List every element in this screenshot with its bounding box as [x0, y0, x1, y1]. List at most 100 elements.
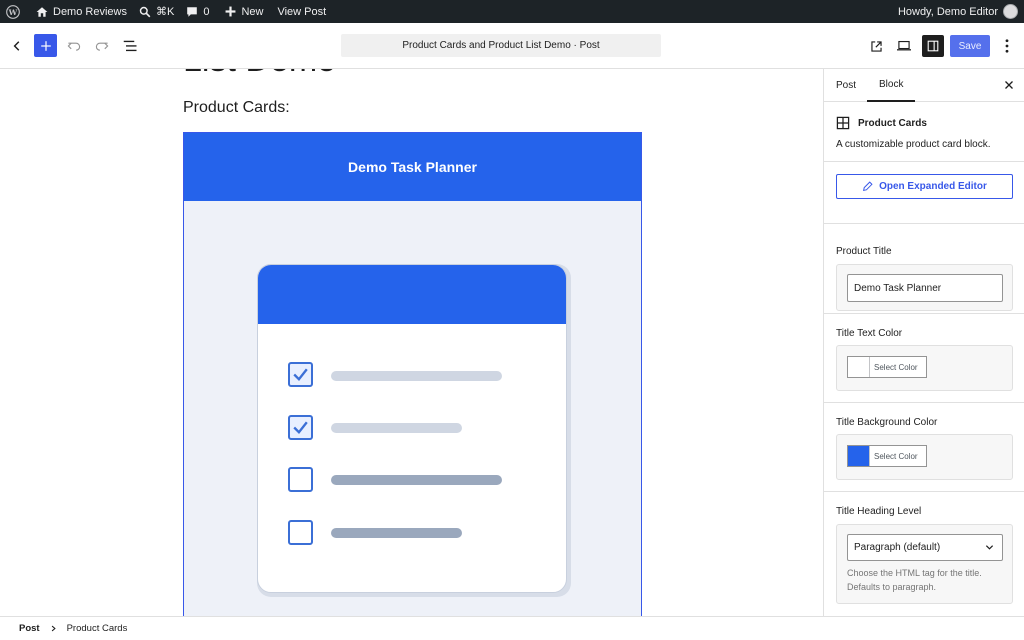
task-planner-illustration: [257, 264, 567, 593]
search-shortcut: ⌘K: [155, 6, 175, 18]
save-button[interactable]: Save: [950, 35, 990, 57]
search-icon: [139, 6, 151, 17]
chevron-right-icon: [51, 625, 56, 632]
expanded-editor-section: Open Expanded Editor: [824, 174, 1024, 224]
settings-sidebar-toggle[interactable]: [922, 35, 944, 57]
product-title-section: Product Title Demo Task Planner: [824, 224, 1024, 314]
user-account-menu[interactable]: Howdy, Demo Editor: [892, 0, 1024, 23]
title-bg-color-picker[interactable]: Select Color: [847, 445, 927, 467]
preview-device-button[interactable]: [892, 34, 916, 58]
chevron-left-icon: [13, 41, 20, 51]
title-text-color-label: Title Text Color: [836, 328, 903, 339]
save-label: Save: [958, 40, 982, 52]
redo-button[interactable]: [90, 34, 114, 58]
sidebar-tabs: Post Block: [824, 69, 1024, 102]
title-text-color-section: Title Text Color Select Color: [824, 314, 1024, 403]
grid-block-icon: [836, 116, 850, 130]
open-expanded-editor-label: Open Expanded Editor: [879, 181, 987, 192]
title-heading-level-section: Title Heading Level Paragraph (default) …: [824, 492, 1024, 616]
title-background-color-section: Title Background Color Select Color: [824, 403, 1024, 492]
card-title-bar: Demo Task Planner: [184, 133, 641, 201]
tab-post-label: Post: [836, 80, 857, 91]
view-post-button[interactable]: [864, 34, 888, 58]
block-name-row: Product Cards: [836, 116, 1012, 130]
product-cards-heading[interactable]: Product Cards:: [183, 99, 290, 117]
product-title-input[interactable]: Demo Task Planner: [847, 274, 1003, 302]
illustration-header: [258, 265, 566, 324]
heading-level-label: Title Heading Level: [836, 506, 922, 517]
new-label: New: [241, 5, 264, 18]
document-title: Product Cards and Product List Demo · Po…: [402, 40, 600, 51]
block-info: Product Cards A customizable product car…: [824, 102, 1024, 162]
avatar: [1003, 4, 1018, 19]
document-title-bar[interactable]: Product Cards and Product List Demo · Po…: [341, 34, 661, 57]
sidebar-icon: [927, 40, 939, 52]
new-content-menu[interactable]: New: [215, 0, 269, 23]
add-block-button[interactable]: [34, 34, 57, 57]
undo-icon: [67, 42, 81, 51]
wordpress-logo-menu[interactable]: W: [0, 0, 26, 23]
site-name: Demo Reviews: [53, 5, 127, 18]
back-button[interactable]: [5, 34, 29, 58]
options-menu-button[interactable]: [995, 34, 1019, 58]
heading-level-panel: Paragraph (default) Choose the HTML tag …: [836, 524, 1013, 604]
plus-icon: [225, 6, 236, 17]
heading-level-value: Paragraph (default): [854, 542, 941, 553]
site-name-link[interactable]: Demo Reviews: [26, 0, 133, 23]
home-icon: [36, 6, 48, 17]
heading-level-select[interactable]: Paragraph (default): [847, 534, 1003, 561]
tab-block-label: Block: [879, 79, 904, 90]
product-title-panel: Demo Task Planner: [836, 264, 1013, 311]
breadcrumb: Post Product Cards: [0, 616, 1024, 640]
tab-post[interactable]: Post: [836, 69, 856, 102]
view-post-link[interactable]: View Post: [269, 0, 332, 23]
undo-button[interactable]: [62, 34, 86, 58]
block-description: A customizable product card block.: [836, 139, 991, 150]
breadcrumb-product-cards[interactable]: Product Cards: [67, 623, 128, 634]
redo-icon: [95, 42, 109, 51]
tab-block[interactable]: Block: [867, 69, 916, 102]
checkbox-empty-icon: [288, 467, 313, 492]
task-line: [331, 475, 502, 485]
plus-icon: [40, 40, 51, 51]
product-card-block[interactable]: Demo Task Planner: [183, 132, 642, 616]
product-title-value: Demo Task Planner: [854, 282, 942, 294]
heading-level-help: Choose the HTML tag for the title. Defau…: [847, 568, 982, 592]
select-color-label: Select Color: [874, 362, 918, 372]
comments-link[interactable]: 0: [180, 0, 215, 23]
settings-sidebar: Post Block Product Cards A customizable …: [823, 69, 1024, 616]
svg-text:W: W: [8, 7, 18, 16]
product-image: [257, 264, 571, 597]
admin-bar: W Demo Reviews ⌘K 0 New View Post Howdy,…: [0, 0, 1024, 23]
checkbox-checked-icon: [288, 415, 313, 440]
wordpress-logo-icon: W: [6, 4, 20, 19]
external-link-icon: [870, 40, 882, 52]
block-name: Product Cards: [858, 117, 927, 129]
card-title[interactable]: Demo Task Planner: [348, 159, 477, 175]
product-title-label: Product Title: [836, 246, 892, 257]
command-palette-button[interactable]: ⌘K: [133, 0, 180, 23]
title-bg-color-label: Title Background Color: [836, 417, 938, 428]
document-overview-button[interactable]: [118, 34, 142, 58]
comment-icon: [187, 6, 198, 17]
chevron-down-icon: [985, 545, 994, 550]
open-expanded-editor-button[interactable]: Open Expanded Editor: [836, 174, 1013, 199]
title-bg-color-swatch: [848, 446, 870, 466]
user-greeting: Howdy, Demo Editor: [897, 5, 998, 18]
close-sidebar-button[interactable]: [1004, 78, 1014, 93]
title-bg-color-panel: Select Color: [836, 434, 1013, 480]
pencil-icon: [863, 181, 873, 191]
task-line: [331, 371, 502, 381]
desktop-icon: [897, 40, 911, 51]
list-view-icon: [123, 40, 136, 52]
post-title[interactable]: List Demo: [183, 69, 336, 80]
editor-canvas[interactable]: List Demo Product Cards: Demo Task Plann…: [0, 69, 823, 616]
more-vertical-icon: [1005, 39, 1009, 53]
task-line: [331, 528, 462, 538]
checkbox-empty-icon: [288, 520, 313, 545]
title-text-color-picker[interactable]: Select Color: [847, 356, 927, 378]
title-text-color-panel: Select Color: [836, 345, 1013, 391]
select-color-label: Select Color: [874, 451, 918, 461]
comments-count: 0: [203, 5, 210, 18]
breadcrumb-post[interactable]: Post: [19, 623, 40, 634]
